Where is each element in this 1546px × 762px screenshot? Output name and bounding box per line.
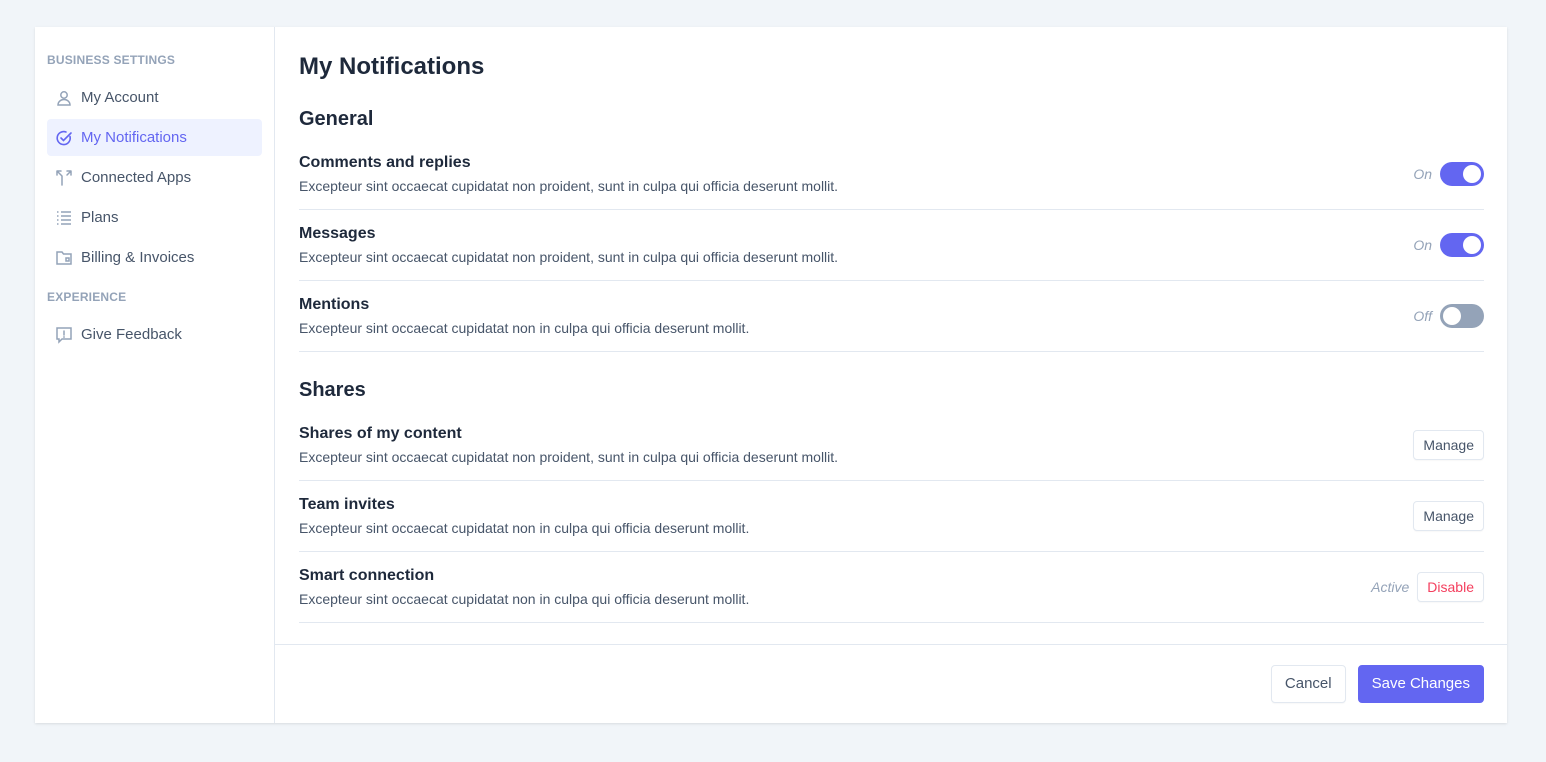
toggle-knob <box>1463 165 1481 183</box>
row-title: Shares of my content <box>299 424 462 442</box>
notification-row: Comments and replies Excepteur sint occa… <box>299 139 1484 210</box>
notification-row: Mentions Excepteur sint occaecat cupidat… <box>299 281 1484 352</box>
sidebar-item-label: Give Feedback <box>81 326 182 343</box>
sidebar-item-give-feedback[interactable]: Give Feedback <box>47 316 262 353</box>
sidebar: Business settings My Account My Notifica… <box>35 27 275 723</box>
sidebar-item-label: My Notifications <box>81 129 187 146</box>
sidebar-item-billing[interactable]: Billing & Invoices <box>47 239 262 276</box>
branch-arrows-icon <box>55 169 73 187</box>
row-description: Excepteur sint occaecat cupidatat non in… <box>299 319 750 336</box>
toggle-knob <box>1443 307 1461 325</box>
comments-toggle[interactable] <box>1440 162 1484 186</box>
general-list: Comments and replies Excepteur sint occa… <box>299 139 1484 352</box>
status-label: Active <box>1371 579 1410 595</box>
mentions-toggle[interactable] <box>1440 304 1484 328</box>
folder-icon <box>55 249 73 267</box>
toggle-state-label: On <box>1413 237 1432 253</box>
share-row: Team invites Excepteur sint occaecat cup… <box>299 481 1484 552</box>
section-title-general: General <box>299 108 374 130</box>
row-title: Smart connection <box>299 566 435 584</box>
sidebar-item-label: Billing & Invoices <box>81 249 195 266</box>
disable-button[interactable]: Disable <box>1417 572 1484 602</box>
settings-card: Business settings My Account My Notifica… <box>35 27 1507 723</box>
shares-list: Shares of my content Excepteur sint occa… <box>299 410 1484 623</box>
sidebar-item-plans[interactable]: Plans <box>47 199 262 236</box>
row-title: Messages <box>299 224 376 242</box>
manage-shares-button[interactable]: Manage <box>1413 430 1484 460</box>
row-title: Comments and replies <box>299 153 471 171</box>
sidebar-section-label: Business settings <box>47 53 176 67</box>
row-description: Excepteur sint occaecat cupidatat non in… <box>299 590 750 607</box>
sidebar-item-label: Plans <box>81 209 119 226</box>
toggle-state-label: Off <box>1413 308 1432 324</box>
sidebar-item-label: My Account <box>81 89 159 106</box>
footer: Cancel Save Changes <box>275 644 1507 723</box>
messages-toggle[interactable] <box>1440 233 1484 257</box>
sidebar-section-label: Experience <box>47 290 127 304</box>
sidebar-item-my-notifications[interactable]: My Notifications <box>47 119 262 156</box>
share-row: Shares of my content Excepteur sint occa… <box>299 410 1484 481</box>
sidebar-item-my-account[interactable]: My Account <box>47 79 262 116</box>
page-title: My Notifications <box>299 53 485 80</box>
main-panel: My Notifications General Comments and re… <box>275 27 1507 723</box>
row-description: Excepteur sint occaecat cupidatat non pr… <box>299 248 839 265</box>
manage-team-invites-button[interactable]: Manage <box>1413 501 1484 531</box>
row-title: Team invites <box>299 495 395 513</box>
save-changes-button[interactable]: Save Changes <box>1357 665 1484 703</box>
cancel-button[interactable]: Cancel <box>1270 665 1346 703</box>
row-description: Excepteur sint occaecat cupidatat non pr… <box>299 177 839 194</box>
sidebar-item-connected-apps[interactable]: Connected Apps <box>47 159 262 196</box>
user-icon <box>55 89 73 107</box>
list-icon <box>55 209 73 227</box>
section-title-shares: Shares <box>299 379 366 401</box>
row-description: Excepteur sint occaecat cupidatat non pr… <box>299 448 839 465</box>
notification-row: Messages Excepteur sint occaecat cupidat… <box>299 210 1484 281</box>
feedback-icon <box>55 326 73 344</box>
toggle-state-label: On <box>1413 166 1432 182</box>
check-circle-icon <box>55 129 73 147</box>
share-row: Smart connection Excepteur sint occaecat… <box>299 552 1484 623</box>
row-title: Mentions <box>299 295 370 313</box>
toggle-knob <box>1463 236 1481 254</box>
row-description: Excepteur sint occaecat cupidatat non in… <box>299 519 750 536</box>
sidebar-item-label: Connected Apps <box>81 169 192 186</box>
